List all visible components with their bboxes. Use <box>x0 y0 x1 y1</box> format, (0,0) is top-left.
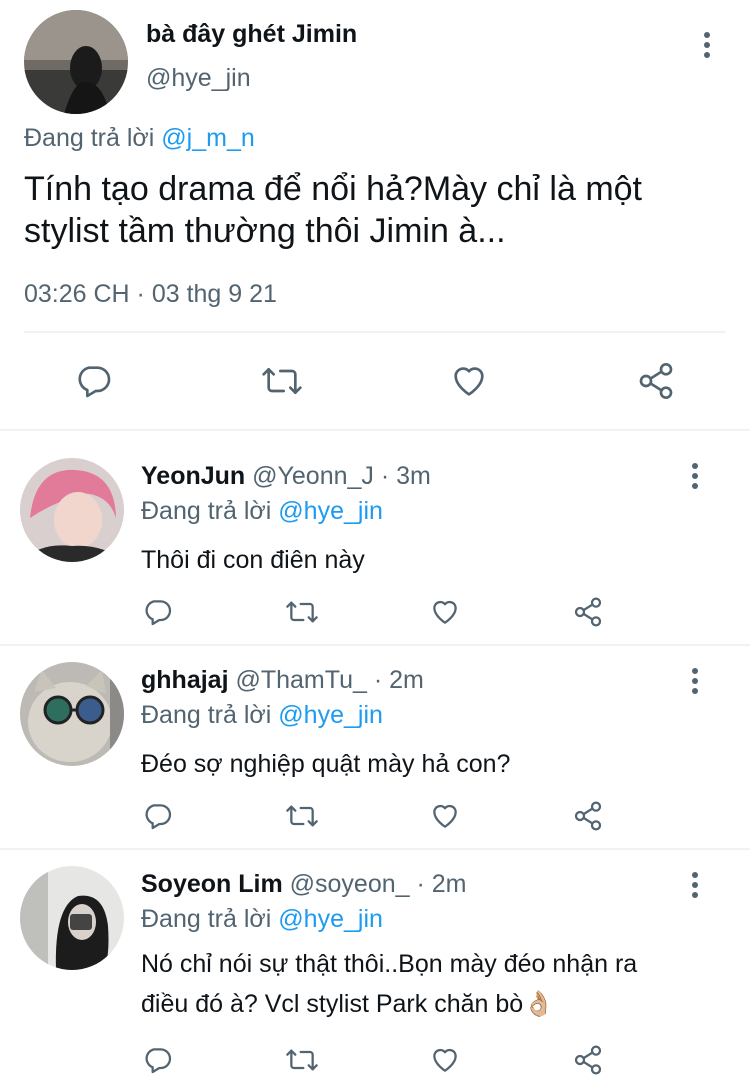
avatar[interactable] <box>20 866 124 970</box>
tweet-header: ghhajaj @ThamTu_ · 2m <box>141 666 424 695</box>
retweet-icon[interactable] <box>284 596 320 628</box>
display-name[interactable]: bà đây ghét Jimin <box>146 20 357 49</box>
handle-time[interactable]: @Yeonn_J · 3m <box>252 462 431 490</box>
reply-prefix: Đang trả lời <box>141 701 272 729</box>
more-icon[interactable] <box>690 872 700 902</box>
retweet-icon[interactable] <box>284 800 320 832</box>
reply-to-link[interactable]: @j_m_n <box>161 124 254 152</box>
reply-icon[interactable] <box>74 361 114 401</box>
display-name[interactable]: Soyeon Lim <box>141 870 283 898</box>
tweet-text-line: điều đó à? Vcl stylist Park chăn bò👌🏼 <box>141 990 555 1018</box>
avatar[interactable] <box>24 10 128 114</box>
divider <box>24 331 726 333</box>
reply-prefix: Đang trả lời <box>141 497 272 525</box>
avatar[interactable] <box>20 662 124 766</box>
handle[interactable]: @hye_jin <box>146 64 251 93</box>
section-divider <box>0 848 750 850</box>
reply-context: Đang trả lời @j_m_n <box>24 124 255 153</box>
reply-prefix: Đang trả lời <box>24 124 155 152</box>
retweet-icon[interactable] <box>260 361 304 401</box>
share-icon[interactable] <box>572 800 604 832</box>
tweet-text: Tính tạo drama để nổi hả?Mày chỉ là một … <box>24 168 642 252</box>
handle-time[interactable]: @soyeon_ · 2m <box>290 870 467 898</box>
more-icon[interactable] <box>690 668 700 698</box>
section-divider <box>0 429 750 431</box>
display-name[interactable]: YeonJun <box>141 462 245 490</box>
tweet-text-line: Tính tạo drama để nổi hả?Mày chỉ là một <box>24 170 642 208</box>
share-icon[interactable] <box>572 596 604 628</box>
like-icon[interactable] <box>428 1044 462 1076</box>
reply-icon[interactable] <box>142 1044 174 1076</box>
reply-context: Đang trả lời @hye_jin <box>141 701 383 730</box>
share-icon[interactable] <box>572 1044 604 1076</box>
like-icon[interactable] <box>428 800 462 832</box>
like-icon[interactable] <box>428 596 462 628</box>
tweet-text-line: Nó chỉ nói sự thật thôi..Bọn mày đéo nhậ… <box>141 950 638 978</box>
tweet-header: Soyeon Lim @soyeon_ · 2m <box>141 870 466 899</box>
tweet-text: Đéo sợ nghiệp quật mày hả con? <box>141 744 510 784</box>
tweet-text: Thôi đi con điên này <box>141 540 365 580</box>
tweet-text-line: Thôi đi con điên này <box>141 546 365 574</box>
avatar[interactable] <box>20 458 124 562</box>
more-icon[interactable] <box>702 32 712 62</box>
section-divider <box>0 644 750 646</box>
reply-prefix: Đang trả lời <box>141 905 272 933</box>
tweet-header: YeonJun @Yeonn_J · 3m <box>141 462 431 491</box>
tweet-text-line: stylist tầm thường thôi Jimin à... <box>24 212 506 250</box>
timestamp[interactable]: 03:26 CH · 03 thg 9 21 <box>24 280 277 309</box>
tweet-text-line: Đéo sợ nghiệp quật mày hả con? <box>141 750 511 778</box>
reply-icon[interactable] <box>142 596 174 628</box>
reply-context: Đang trả lời @hye_jin <box>141 905 383 934</box>
handle-time[interactable]: @ThamTu_ · 2m <box>235 666 423 694</box>
reply-to-link[interactable]: @hye_jin <box>278 497 383 525</box>
display-name[interactable]: ghhajaj <box>141 666 229 694</box>
reply-to-link[interactable]: @hye_jin <box>278 701 383 729</box>
tweet-text: Nó chỉ nói sự thật thôi..Bọn mày đéo nhậ… <box>141 944 637 1024</box>
reply-to-link[interactable]: @hye_jin <box>278 905 383 933</box>
retweet-icon[interactable] <box>284 1044 320 1076</box>
reply-context: Đang trả lời @hye_jin <box>141 497 383 526</box>
share-icon[interactable] <box>636 361 676 401</box>
more-icon[interactable] <box>690 463 700 493</box>
like-icon[interactable] <box>448 361 490 401</box>
reply-icon[interactable] <box>142 800 174 832</box>
